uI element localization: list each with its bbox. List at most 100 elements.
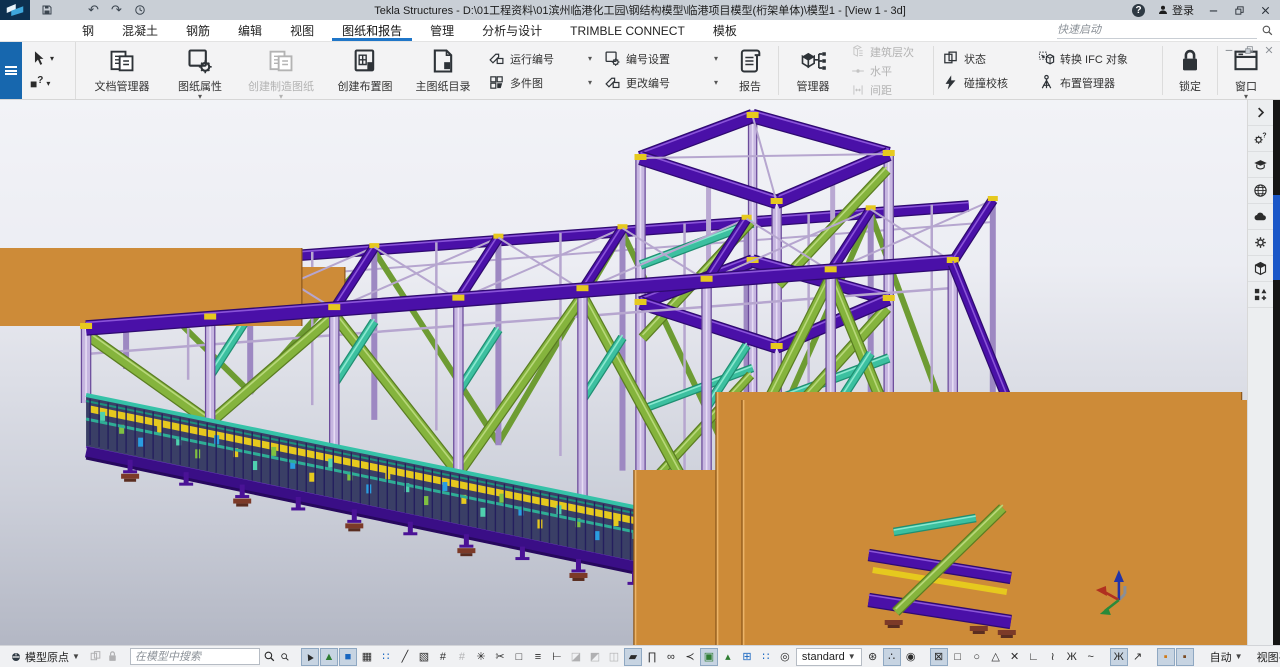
tab-view[interactable]: 视图 [276, 20, 328, 41]
level-button[interactable]: 水平 [851, 63, 925, 79]
inquire-tool-button[interactable]: ■?▾ [30, 75, 75, 91]
ortho-switch[interactable]: ▪ [1157, 648, 1175, 666]
snap-nearest-switch[interactable]: ~ [1082, 648, 1100, 666]
clash-check-button[interactable]: 碰撞校核 [942, 74, 1026, 91]
redo-button[interactable]: ↷ [110, 4, 123, 17]
snap-extension-switch[interactable]: Ж [1063, 648, 1081, 666]
snap-reference-switch[interactable]: Ж [1110, 648, 1128, 666]
layout-manager-button[interactable]: 布置管理器 [1038, 74, 1154, 91]
report-button[interactable]: 报告 [724, 42, 776, 99]
phase-filter-button[interactable]: ▴ [719, 648, 737, 666]
create-shop-drawings-button[interactable]: 创建制造图纸 ▾ [236, 42, 326, 99]
snap-mode-dropdown[interactable]: 自动▼ [1204, 648, 1249, 666]
minimize-button[interactable] [1206, 4, 1220, 17]
select-fittings-switch[interactable]: □ [510, 648, 528, 666]
building-hierarchy-button[interactable]: 建筑层次 [851, 44, 925, 60]
select-welds-switch[interactable]: ✳ [472, 648, 490, 666]
visibility-eye-button[interactable]: ◉ [902, 648, 920, 666]
select-subassembly-switch[interactable]: ◫ [605, 648, 623, 666]
sidebar-inquire[interactable] [1248, 126, 1273, 152]
tab-trimble-connect[interactable]: TRIMBLE CONNECT [556, 20, 699, 41]
model-search-input[interactable] [130, 648, 260, 665]
origin-tool-2[interactable] [105, 648, 120, 666]
select-bolts-switch[interactable]: ≡ [529, 648, 547, 666]
sidebar-tekla-cloud[interactable] [1248, 204, 1273, 230]
quick-launch-input[interactable] [1057, 23, 1257, 39]
select-surfaces-switch[interactable]: ∞ [662, 648, 680, 666]
select-polylines-switch[interactable]: ≺ [681, 648, 699, 666]
select-parts-switch[interactable]: ▧ [415, 648, 433, 666]
document-manager-button[interactable]: 文档管理器 [80, 42, 164, 99]
snap-settings-button[interactable]: ⊛ [864, 648, 882, 666]
snap-center-switch[interactable]: ○ [968, 648, 986, 666]
select-objects-switch[interactable]: ■ [339, 648, 357, 666]
select-holes-switch[interactable]: ⊢ [548, 648, 566, 666]
snap-points-switch[interactable]: ⊠ [930, 648, 948, 666]
search-in-box-button[interactable] [279, 648, 291, 666]
tab-manage[interactable]: 管理 [416, 20, 468, 41]
change-numbering-button[interactable]: 更改编号▾ [604, 74, 718, 91]
undo-button[interactable]: ↶ [87, 4, 100, 17]
relative-ortho-switch[interactable]: ▪ [1176, 648, 1194, 666]
view-filter-button[interactable]: ▣ [700, 648, 718, 666]
grid-plane-button[interactable]: ⊞ [738, 648, 756, 666]
create-ga-drawing-button[interactable]: 创建布置图 [326, 42, 404, 99]
snap-endpoints-switch[interactable]: □ [949, 648, 967, 666]
tab-edit[interactable]: 编辑 [224, 20, 276, 41]
spacing-button[interactable]: 间距 [851, 82, 925, 98]
organizer-button[interactable]: 管理器 [781, 42, 845, 99]
convert-ifc-button[interactable]: 转换 IFC 对象 [1038, 50, 1154, 67]
tab-rebar[interactable]: 钢筋 [172, 20, 224, 41]
file-menu-button[interactable] [0, 42, 22, 99]
view-minimize-button[interactable] [1224, 45, 1234, 55]
tab-template[interactable]: 模板 [699, 20, 751, 41]
select-assemblies-switch[interactable]: ▦ [358, 648, 376, 666]
model-origin-dropdown[interactable]: 模型原点▼ [4, 648, 86, 666]
master-drawing-catalog-button[interactable]: 主图纸目录 [404, 42, 482, 99]
restore-button[interactable] [1232, 4, 1246, 17]
selection-filter-dropdown[interactable]: standard▼ [796, 648, 862, 666]
login-button[interactable]: 登录 [1157, 2, 1194, 18]
numbering-settings-button[interactable]: 编号设置▾ [604, 50, 718, 67]
components-button[interactable]: ∷ [757, 648, 775, 666]
drawing-properties-button[interactable]: 图纸属性 ▾ [164, 42, 236, 99]
history-button[interactable] [133, 4, 146, 17]
view-restore-button[interactable] [1244, 45, 1254, 55]
snap-intersections-switch[interactable]: ✕ [1006, 648, 1024, 666]
grid-select-switch[interactable]: # [434, 648, 452, 666]
select-rebar-switch[interactable]: ∏ [643, 648, 661, 666]
origin-tool-1[interactable] [88, 648, 103, 666]
snap-free-switch[interactable]: ↗ [1129, 648, 1147, 666]
select-assembly-objects-switch[interactable]: ◩ [586, 648, 604, 666]
sidebar-applications-components[interactable] [1248, 282, 1273, 308]
view-close-button[interactable] [1264, 45, 1274, 55]
zoom-original-button[interactable]: ◎ [776, 648, 794, 666]
close-button[interactable] [1258, 4, 1272, 17]
sidebar-tekla-warehouse[interactable] [1248, 256, 1273, 282]
view-plane-dropdown[interactable]: 视图平面▼ [1251, 648, 1280, 666]
snap-lines-switch[interactable]: ≀ [1044, 648, 1062, 666]
tab-drawings-reports[interactable]: 图纸和报告 [328, 20, 416, 41]
select-all-switch[interactable]: ▲ [301, 648, 319, 666]
select-lines-switch[interactable]: ╱ [396, 648, 414, 666]
quick-launch-search-icon[interactable] [1261, 24, 1274, 37]
tab-concrete[interactable]: 混凝土 [108, 20, 172, 41]
tab-steel[interactable]: 钢 [68, 20, 108, 41]
model-search-button[interactable] [262, 648, 277, 666]
select-component-objects-switch[interactable]: ◪ [567, 648, 585, 666]
snap-midpoints-switch[interactable]: △ [987, 648, 1005, 666]
select-planes-switch[interactable]: ▰ [624, 648, 642, 666]
tab-analysis-design[interactable]: 分析与设计 [468, 20, 556, 41]
select-components-switch[interactable]: ▲ [320, 648, 338, 666]
help-icon[interactable]: ? [1132, 4, 1145, 17]
select-tool-button[interactable]: ▾ [30, 50, 75, 67]
save-button[interactable] [40, 4, 53, 17]
run-numbering-button[interactable]: 运行编号▾ [488, 50, 592, 67]
snap-priority-button[interactable]: ∴ [883, 648, 901, 666]
sidebar-expand[interactable] [1248, 100, 1273, 126]
sidebar-online-help[interactable] [1248, 178, 1273, 204]
sidebar-tekla-campus[interactable] [1248, 152, 1273, 178]
select-points-switch[interactable]: ∷ [377, 648, 395, 666]
model-3d-view[interactable] [0, 100, 1247, 645]
sidebar-settings[interactable] [1248, 230, 1273, 256]
